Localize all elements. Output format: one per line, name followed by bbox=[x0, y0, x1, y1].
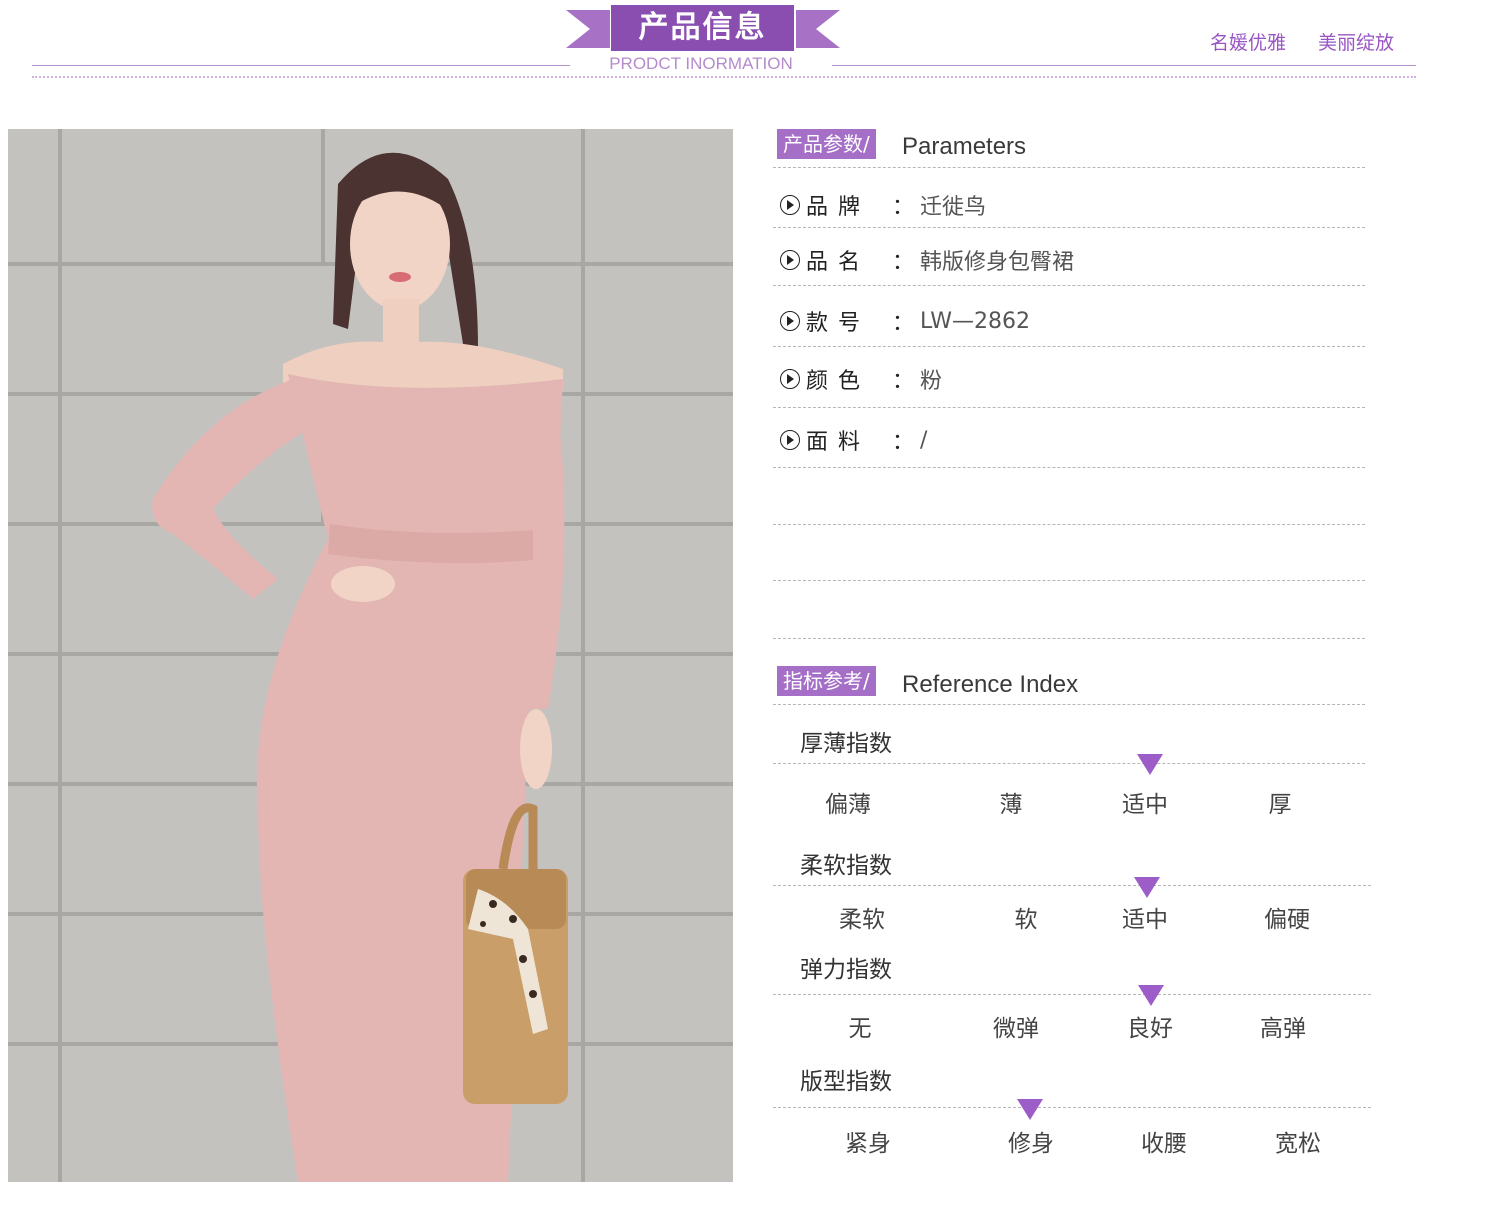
divider bbox=[773, 167, 1365, 168]
index-option: 收腰 bbox=[1141, 1131, 1187, 1157]
divider bbox=[773, 638, 1365, 639]
section-title: 产品信息 bbox=[638, 10, 767, 45]
param-colon: ： bbox=[892, 250, 915, 275]
index-option: 无 bbox=[848, 1016, 872, 1042]
ribbon-tail-left bbox=[566, 10, 610, 48]
divider bbox=[773, 524, 1365, 525]
param-label: 品牌 bbox=[806, 195, 871, 220]
param-value: / bbox=[920, 427, 928, 453]
header-rule-left bbox=[32, 65, 570, 66]
index-option: 厚 bbox=[1268, 792, 1292, 818]
param-colon: ： bbox=[892, 311, 915, 336]
index-option: 微弹 bbox=[993, 1016, 1039, 1042]
index-title-fit: 版型指数 bbox=[800, 1069, 892, 1095]
param-value: 粉 bbox=[920, 369, 943, 394]
divider bbox=[773, 885, 1371, 886]
header-dotted-rule bbox=[32, 76, 1416, 78]
index-option: 适中 bbox=[1122, 792, 1168, 818]
index-title-thickness: 厚薄指数 bbox=[800, 731, 892, 757]
index-option: 偏薄 bbox=[825, 792, 871, 818]
play-circle-icon bbox=[780, 369, 800, 389]
index-title-elasticity: 弹力指数 bbox=[800, 957, 892, 983]
parameters-heading: Parameters bbox=[902, 133, 1027, 160]
ribbon-tail-right bbox=[796, 10, 840, 48]
play-circle-icon bbox=[780, 430, 800, 450]
param-value: 迁徙鸟 bbox=[920, 195, 987, 220]
triangle-marker-icon bbox=[1138, 985, 1164, 1006]
header-rule-right bbox=[832, 65, 1416, 66]
index-option: 薄 bbox=[999, 792, 1023, 818]
index-title-softness: 柔软指数 bbox=[800, 853, 892, 879]
index-option: 宽松 bbox=[1275, 1131, 1321, 1157]
param-row-fabric: 面料 ： / bbox=[780, 423, 927, 457]
param-value: 韩版修身包臀裙 bbox=[920, 250, 1075, 275]
index-option: 良好 bbox=[1127, 1016, 1173, 1042]
slogan-2: 美丽绽放 bbox=[1318, 32, 1395, 54]
param-label: 款号 bbox=[806, 311, 871, 336]
param-label: 品名 bbox=[806, 250, 871, 275]
param-colon: ： bbox=[892, 195, 915, 220]
play-circle-icon bbox=[780, 311, 800, 331]
param-row-name: 品名 ： 韩版修身包臀裙 bbox=[780, 243, 1074, 277]
divider bbox=[773, 763, 1365, 764]
reference-tag: 指标参考/ bbox=[777, 666, 876, 696]
param-label: 颜色 bbox=[806, 369, 871, 394]
divider bbox=[773, 227, 1365, 228]
index-option: 修身 bbox=[1008, 1131, 1054, 1157]
model-illustration bbox=[8, 129, 733, 1182]
play-circle-icon bbox=[780, 195, 800, 215]
slogan-1: 名媛优雅 bbox=[1210, 32, 1287, 54]
divider bbox=[773, 467, 1365, 468]
play-circle-icon bbox=[780, 250, 800, 270]
parameters-tag: 产品参数/ bbox=[777, 129, 876, 159]
divider bbox=[773, 407, 1365, 408]
param-row-style-no: 款号 ： LW—2862 bbox=[780, 304, 1030, 338]
triangle-marker-icon bbox=[1017, 1099, 1043, 1120]
section-header: 产品信息 PRODCT INORMATION 名媛优雅 美丽绽放 bbox=[0, 0, 1500, 90]
divider bbox=[773, 704, 1365, 705]
divider bbox=[773, 285, 1365, 286]
param-row-brand: 品牌 ： 迁徙鸟 bbox=[780, 188, 986, 222]
param-label: 面料 bbox=[806, 430, 871, 455]
index-option: 适中 bbox=[1122, 907, 1168, 933]
triangle-marker-icon bbox=[1137, 754, 1163, 775]
param-colon: ： bbox=[892, 369, 915, 394]
reference-heading: Reference Index bbox=[902, 671, 1079, 698]
divider bbox=[773, 580, 1365, 581]
param-row-color: 颜色 ： 粉 bbox=[780, 362, 942, 396]
param-value: LW—2862 bbox=[920, 308, 1030, 334]
index-option: 紧身 bbox=[845, 1131, 891, 1157]
divider bbox=[773, 994, 1371, 995]
divider bbox=[773, 346, 1365, 347]
index-option: 偏硬 bbox=[1264, 907, 1310, 933]
param-colon: ： bbox=[892, 430, 915, 455]
product-photo bbox=[8, 129, 733, 1182]
divider bbox=[773, 1107, 1371, 1108]
triangle-marker-icon bbox=[1134, 877, 1160, 898]
index-option: 高弹 bbox=[1260, 1016, 1306, 1042]
section-subtitle: PRODCT INORMATION bbox=[570, 54, 832, 74]
index-option: 软 bbox=[1014, 907, 1038, 933]
index-option: 柔软 bbox=[839, 907, 885, 933]
